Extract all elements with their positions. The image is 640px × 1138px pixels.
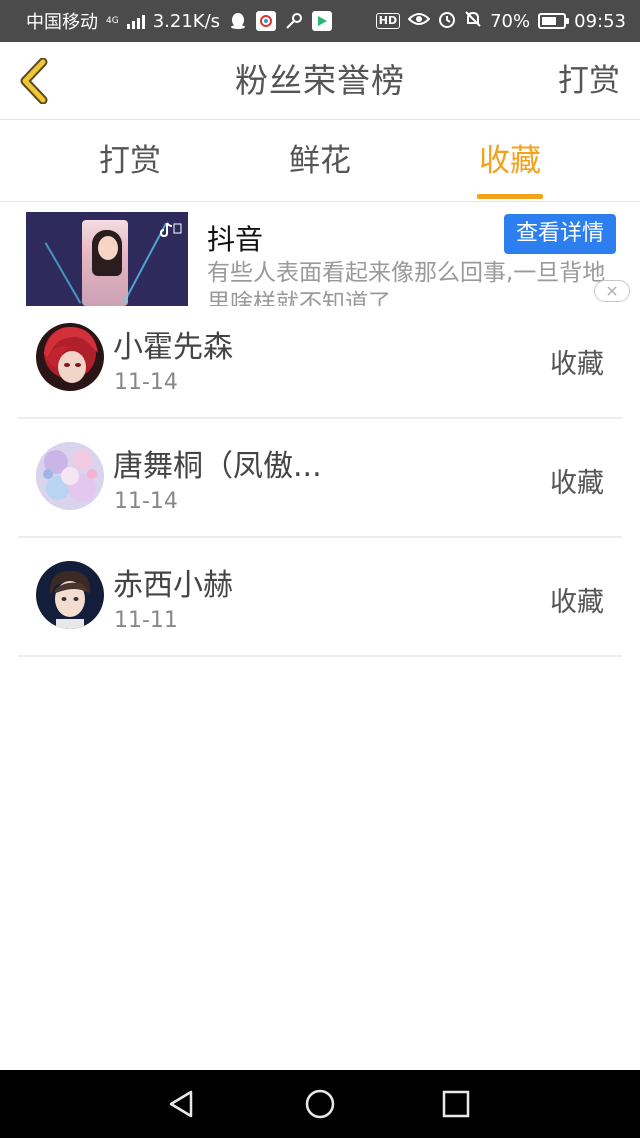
battery-level-fill bbox=[542, 17, 557, 25]
row-action-label: 收藏 bbox=[550, 349, 604, 380]
ad-title: 抖音 bbox=[207, 223, 264, 256]
tab-favorites[interactable]: 收藏 bbox=[455, 121, 565, 201]
avatar[interactable] bbox=[36, 442, 104, 510]
hd-badge: HD bbox=[375, 13, 401, 29]
ad-description: 有些人表面看起来像那么回事,一旦背地里啥样就不知道了 bbox=[207, 260, 606, 306]
view-details-button[interactable]: 查看详情 bbox=[504, 214, 616, 254]
ad-close-button[interactable] bbox=[594, 280, 630, 302]
clock: 09:53 bbox=[574, 10, 626, 32]
row-action-label: 收藏 bbox=[550, 587, 604, 618]
row-date: 11-11 bbox=[114, 608, 178, 633]
user-name: 小霍先森 bbox=[113, 330, 233, 365]
qq-icon bbox=[228, 11, 248, 31]
list-item[interactable]: 赤西小赫 11-11 收藏 bbox=[18, 538, 622, 657]
tab-label: 鲜花 bbox=[289, 143, 351, 179]
system-nav-bar bbox=[0, 1070, 640, 1138]
mute-bell-icon bbox=[464, 10, 482, 33]
tiktok-logo-icon bbox=[159, 220, 182, 241]
reward-button[interactable]: 打赏 bbox=[558, 42, 620, 120]
row-action-label: 收藏 bbox=[550, 468, 604, 499]
nav-recents-button[interactable] bbox=[438, 1086, 474, 1122]
square-recents-icon bbox=[442, 1090, 470, 1118]
status-right: HD 70% 09:53 bbox=[375, 10, 626, 33]
avatar[interactable] bbox=[36, 323, 104, 391]
app-header: 粉丝荣誉榜 打赏 bbox=[0, 42, 640, 120]
status-bar: 中国移动 4G 3.21K/s HD 70% 09:53 bbox=[0, 0, 640, 42]
circle-home-icon bbox=[305, 1089, 335, 1119]
row-date: 11-14 bbox=[114, 489, 178, 514]
close-icon bbox=[607, 286, 617, 296]
status-left: 中国移动 4G 3.21K/s bbox=[26, 8, 333, 34]
ad-image[interactable] bbox=[26, 212, 188, 306]
nav-home-button[interactable] bbox=[302, 1086, 338, 1122]
app-notification-icon bbox=[256, 11, 277, 31]
triangle-back-icon bbox=[169, 1090, 193, 1118]
eye-icon bbox=[407, 11, 431, 32]
tab-label: 打赏 bbox=[99, 143, 161, 179]
tab-label: 收藏 bbox=[479, 143, 541, 179]
user-name: 唐舞桐（凤傲... bbox=[113, 449, 322, 484]
video-app-icon bbox=[312, 11, 333, 31]
nav-back-button[interactable] bbox=[164, 1086, 200, 1122]
avatar[interactable] bbox=[36, 561, 104, 629]
tab-reward[interactable]: 打赏 bbox=[75, 121, 185, 201]
favorites-list: 小霍先森 11-14 收藏 唐舞桐（凤傲... 11-14 收藏 赤西小赫 11… bbox=[18, 300, 622, 657]
page-title: 粉丝荣誉榜 bbox=[235, 61, 405, 100]
screen: 中国移动 4G 3.21K/s HD 70% 09:53 粉丝荣誉榜 打赏 打赏… bbox=[0, 0, 640, 1138]
network-speed: 3.21K/s bbox=[152, 10, 221, 32]
user-name: 赤西小赫 bbox=[113, 568, 233, 603]
tab-bar: 打赏 鲜花 收藏 bbox=[0, 121, 640, 202]
battery-icon bbox=[538, 13, 570, 29]
signal-icon bbox=[126, 13, 145, 29]
tab-active-indicator bbox=[477, 194, 543, 199]
alarm-icon bbox=[438, 10, 456, 33]
carrier-label: 中国移动 bbox=[26, 12, 98, 33]
list-item[interactable]: 小霍先森 11-14 收藏 bbox=[18, 300, 622, 419]
tab-flowers[interactable]: 鲜花 bbox=[265, 121, 375, 201]
battery-percent: 70% bbox=[490, 10, 531, 32]
list-item[interactable]: 唐舞桐（凤傲... 11-14 收藏 bbox=[18, 419, 622, 538]
ad-banner: 抖音 有些人表面看起来像那么回事,一旦背地里啥样就不知道了 查看详情 bbox=[0, 202, 640, 306]
network-type-label: 4G bbox=[106, 15, 119, 26]
row-date: 11-14 bbox=[114, 370, 178, 395]
key-icon bbox=[284, 11, 304, 31]
